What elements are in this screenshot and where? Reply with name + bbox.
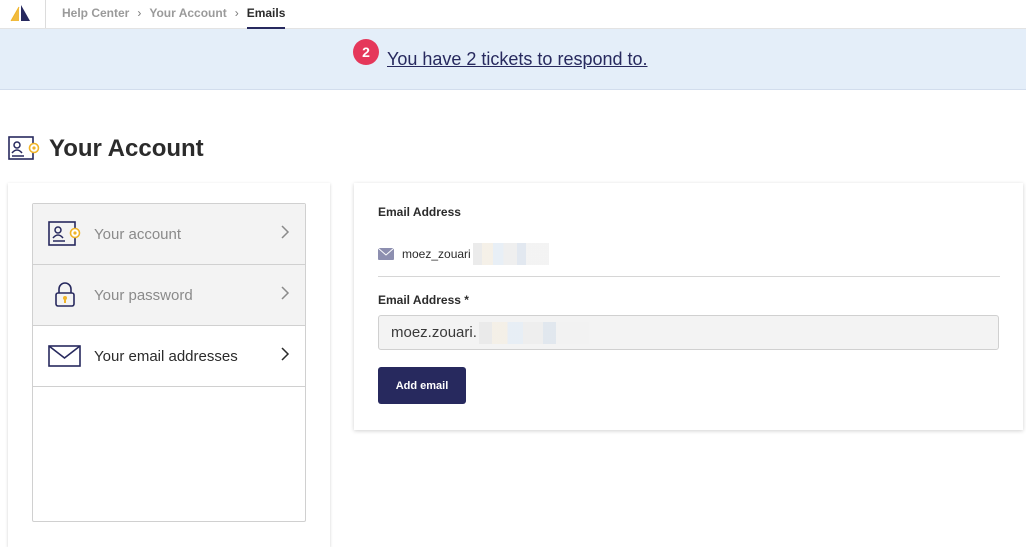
page-title: Your Account — [49, 135, 204, 162]
lock-icon — [48, 281, 82, 309]
envelope-icon — [378, 248, 394, 260]
menu-item-your-password[interactable]: Your password — [33, 265, 305, 326]
tickets-respond-link[interactable]: You have 2 tickets to respond to. — [387, 49, 648, 70]
top-navigation-bar: Help Center › Your Account › Emails — [0, 0, 1026, 29]
breadcrumb-your-account[interactable]: Your Account — [149, 6, 226, 20]
existing-email-label: Email Address — [378, 205, 461, 219]
brand-logo[interactable] — [8, 4, 32, 22]
breadcrumb-help-center[interactable]: Help Center — [62, 6, 129, 20]
account-menu: Your account Your password Your email ad… — [32, 203, 306, 522]
chevron-right-icon: › — [234, 6, 239, 20]
tickets-banner: 2 You have 2 tickets to respond to. — [0, 29, 1026, 90]
email-input-value: moez.zouari. — [391, 324, 477, 341]
section-divider — [378, 276, 1000, 277]
existing-email-row: moez_zouari — [378, 243, 549, 265]
breadcrumb-emails: Emails — [246, 6, 286, 29]
chevron-right-icon — [281, 347, 290, 361]
ticket-count-badge: 2 — [353, 39, 379, 65]
breadcrumb: Help Center › Your Account › Emails — [62, 6, 286, 29]
envelope-icon — [48, 342, 82, 370]
redacted-email-domain — [478, 321, 589, 344]
menu-item-label: Your account — [94, 225, 182, 243]
email-input[interactable]: moez.zouari. — [378, 315, 999, 350]
account-card-icon — [48, 220, 82, 248]
chevron-right-icon — [281, 286, 290, 300]
add-email-button[interactable]: Add email — [378, 367, 466, 404]
page-header: Your Account — [8, 135, 204, 163]
logo-divider — [45, 0, 46, 28]
menu-item-label: Your password — [94, 286, 193, 304]
menu-item-label: Your email addresses — [94, 347, 238, 365]
existing-email-value: moez_zouari — [402, 247, 471, 261]
chevron-right-icon — [281, 225, 290, 239]
menu-item-your-email-addresses[interactable]: Your email addresses — [33, 326, 305, 387]
account-card-icon — [8, 136, 40, 160]
new-email-label: Email Address * — [378, 293, 469, 307]
account-nav-card: Your account Your password Your email ad… — [8, 183, 330, 547]
redacted-email-domain — [472, 243, 549, 265]
email-addresses-card: Email Address moez_zouari Email Address … — [354, 183, 1023, 430]
menu-item-your-account[interactable]: Your account — [33, 204, 305, 265]
chevron-right-icon: › — [137, 6, 142, 20]
